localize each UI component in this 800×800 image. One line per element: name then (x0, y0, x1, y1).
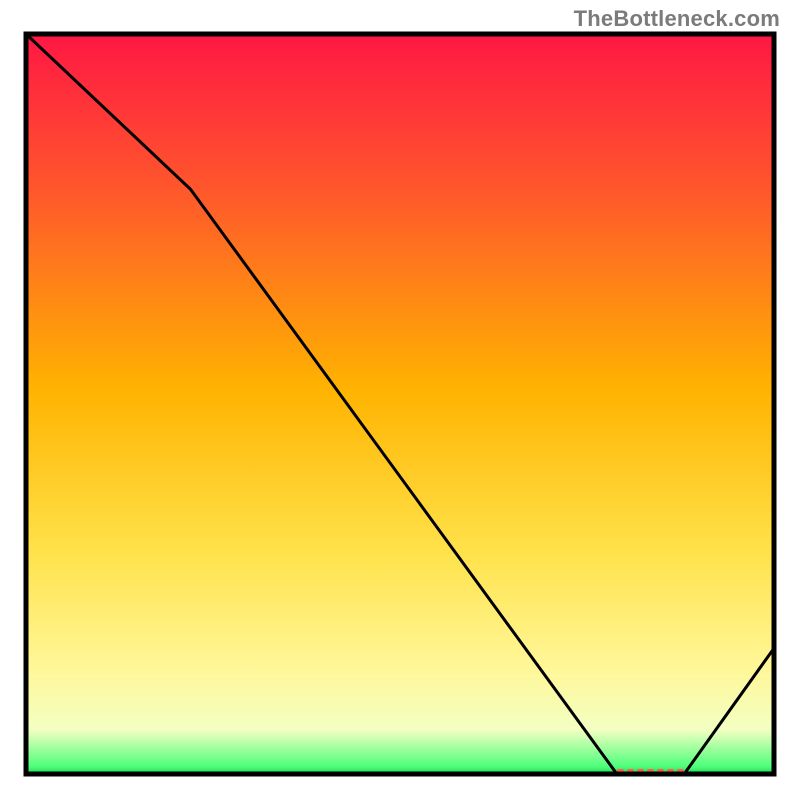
chart-container: TheBottleneck.com (0, 0, 800, 800)
plot-background (26, 34, 774, 774)
chart-svg (0, 0, 800, 800)
